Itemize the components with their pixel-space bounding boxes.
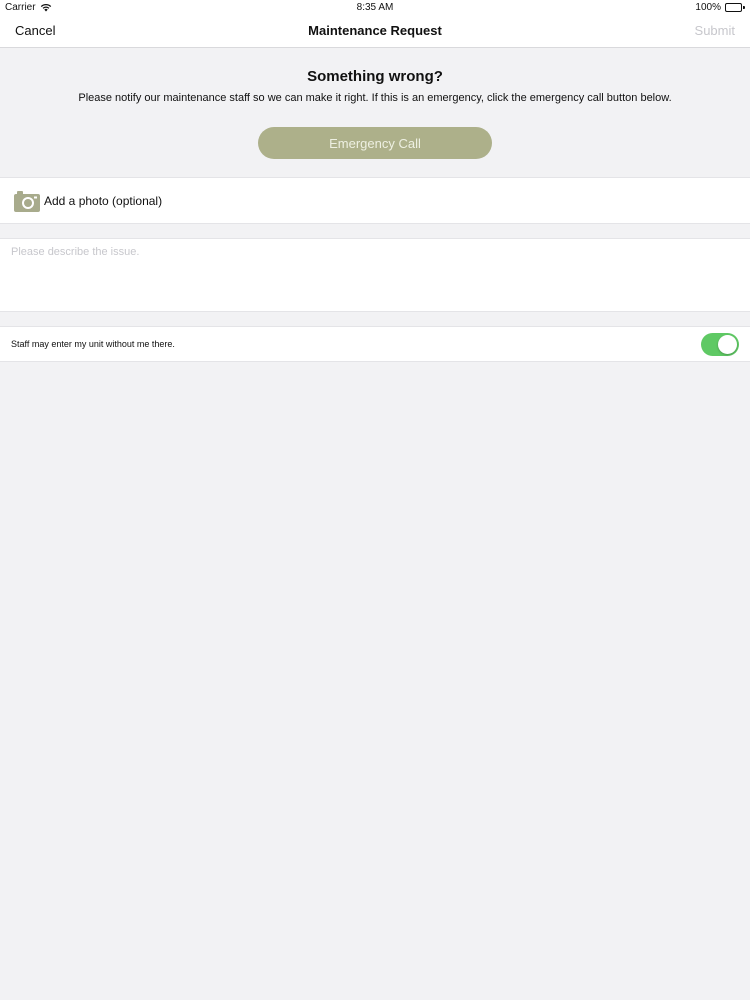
cancel-button[interactable]: Cancel <box>15 23 55 38</box>
permission-label: Staff may enter my unit without me there… <box>11 339 175 349</box>
status-right: 100% <box>695 2 745 13</box>
submit-button[interactable]: Submit <box>695 23 735 38</box>
add-photo-row[interactable]: Add a photo (optional) <box>0 177 750 224</box>
description-section <box>0 238 750 312</box>
issue-description-input[interactable] <box>0 239 750 311</box>
toggle-knob <box>718 335 737 354</box>
permission-toggle[interactable] <box>701 333 739 356</box>
add-photo-label: Add a photo (optional) <box>44 194 163 208</box>
status-bar: Carrier 8:35 AM 100% <box>0 0 750 16</box>
battery-icon <box>725 3 745 12</box>
battery-percent: 100% <box>695 2 721 13</box>
emergency-call-button[interactable]: Emergency Call <box>258 127 492 159</box>
page-title: Maintenance Request <box>308 23 442 38</box>
status-time: 8:35 AM <box>356 2 394 13</box>
header-description: Please notify our maintenance staff so w… <box>78 92 672 104</box>
permission-row: Staff may enter my unit without me there… <box>0 326 750 362</box>
camera-icon <box>14 190 40 212</box>
navigation-bar: Cancel Maintenance Request Submit <box>0 16 750 48</box>
header-title: Something wrong? <box>307 68 443 85</box>
